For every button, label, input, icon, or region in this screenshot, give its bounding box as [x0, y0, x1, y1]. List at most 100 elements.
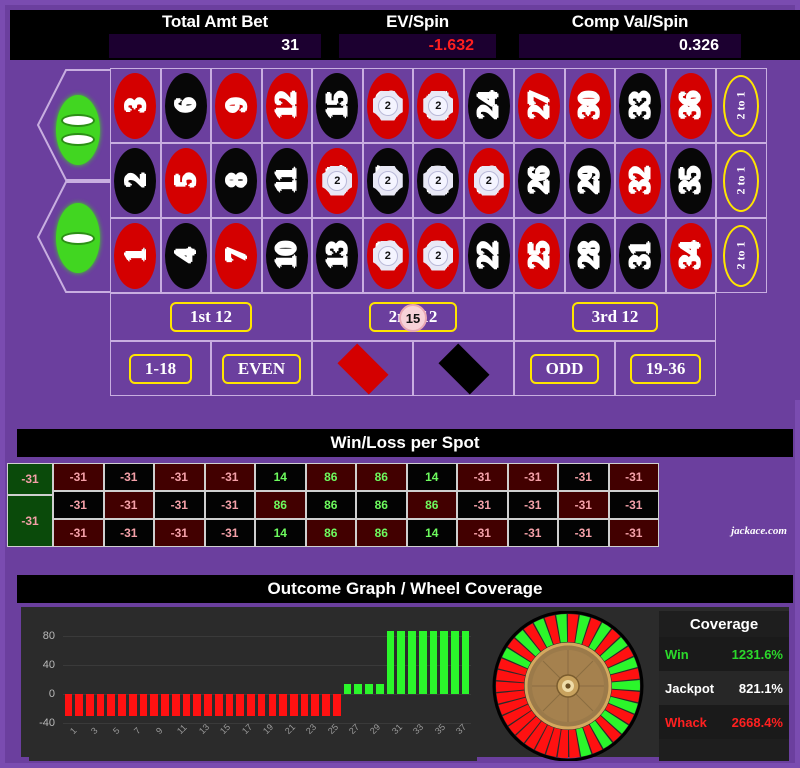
bet-cell-4[interactable]: 4: [160, 218, 211, 293]
bet-cell-5[interactable]: 5: [160, 143, 211, 218]
bet-cell-21[interactable]: 212: [413, 68, 464, 143]
bet-cell-18[interactable]: 182: [362, 68, 413, 143]
red-diamond-icon: [336, 342, 389, 395]
number-label: 29: [573, 167, 606, 194]
bet-cell-24[interactable]: 24: [463, 68, 514, 143]
bet-cell-32[interactable]: 32: [615, 143, 666, 218]
winloss-value: -31: [625, 498, 643, 512]
outcome-bar-chart: -40 0 40 80 1 3 5 7 9 11 13 15 17 19 21 23 25 27 29 31 33 35 3…: [29, 611, 477, 761]
win-loss-title: Win/Loss per Spot: [17, 429, 793, 457]
bet-cell-20[interactable]: 202: [413, 143, 464, 218]
winloss-value: 86: [273, 498, 287, 512]
bet-chip[interactable]: 2: [322, 165, 353, 196]
bet-cell-29[interactable]: 29: [564, 143, 615, 218]
bar: [354, 683, 363, 694]
bar: [332, 693, 341, 717]
bet-cell-31[interactable]: 31: [615, 218, 666, 293]
bet-chip[interactable]: 2: [372, 165, 403, 196]
outside-bets-area: 1st 12 2nd 1215 3rd 12 1-18 EVEN ODD 19-36: [110, 293, 730, 398]
outside-bet-19-36[interactable]: 19-36: [615, 341, 716, 396]
bet-cell-30[interactable]: 30: [564, 68, 615, 143]
winloss-value: -31: [69, 498, 87, 512]
bet-cell-33[interactable]: 33: [615, 68, 666, 143]
number-label: 28: [573, 242, 606, 269]
chip-value: 2: [377, 245, 398, 266]
chip-value: 2: [428, 245, 449, 266]
bet-cell-15[interactable]: 15: [312, 68, 363, 143]
outside-bet-label: 1-18: [128, 353, 193, 384]
bet-cell-2[interactable]: 2: [110, 143, 161, 218]
winloss-value: 14: [425, 470, 439, 484]
bet-cell-34[interactable]: 34: [665, 218, 716, 293]
winloss-value: -31: [221, 498, 239, 512]
outside-bet-odd[interactable]: ODD: [514, 341, 615, 396]
stat-label: Comp Val/Spin: [571, 12, 689, 31]
bet-cell-25[interactable]: 25: [514, 218, 565, 293]
x-axis-tick: 5: [110, 725, 122, 737]
winloss-cell: 14: [406, 519, 457, 547]
bet-chip[interactable]: 2: [423, 165, 454, 196]
column-bet-2to1-2[interactable]: 2 to 1: [716, 143, 767, 218]
bet-cell-22[interactable]: 22: [463, 218, 514, 293]
bet-cell-36[interactable]: 36: [665, 68, 716, 143]
outside-bet-1-18[interactable]: 1-18: [110, 341, 211, 396]
winloss-cell: 86: [356, 491, 407, 519]
bet-cell-9[interactable]: 9: [211, 68, 262, 143]
dozen-bet-chip[interactable]: 15: [399, 304, 427, 332]
bet-cell-27[interactable]: 27: [514, 68, 565, 143]
column-bet-label: 2 to 1: [733, 166, 748, 195]
column-bet-2to1-1[interactable]: 2 to 1: [716, 68, 767, 143]
bet-cell-10[interactable]: 10: [261, 218, 312, 293]
bet-cell-17[interactable]: 172: [362, 143, 413, 218]
bet-cell-14[interactable]: 142: [312, 143, 363, 218]
dozen-label: 3rd 12: [571, 302, 659, 332]
bet-cell-13[interactable]: 13: [312, 218, 363, 293]
dozen-bet-1[interactable]: 1st 12: [110, 293, 312, 341]
winloss-cell: -31: [103, 519, 154, 547]
bar: [386, 631, 395, 694]
winloss-cell: -31: [507, 491, 558, 519]
bet-cell-7[interactable]: 7: [211, 218, 262, 293]
winloss-value: -31: [574, 470, 592, 484]
winloss-value: -31: [473, 498, 491, 512]
dozen-bet-2[interactable]: 2nd 1215: [312, 293, 514, 341]
coverage-percent: 31.6%: [746, 646, 783, 662]
winloss-value: 86: [374, 498, 388, 512]
outside-bet-red[interactable]: [312, 341, 413, 396]
bar: [247, 693, 255, 717]
bet-cell-28[interactable]: 28: [564, 218, 615, 293]
bet-cell-26[interactable]: 26: [514, 143, 565, 218]
bet-chip[interactable]: 2: [372, 240, 403, 271]
bet-cell-35[interactable]: 35: [665, 143, 716, 218]
number-oval: 25: [518, 222, 561, 289]
bet-cell-16[interactable]: 162: [362, 218, 413, 293]
bet-chip[interactable]: 2: [473, 165, 504, 196]
bet-cell-6[interactable]: 6: [160, 68, 211, 143]
winloss-value: -31: [625, 526, 643, 540]
bet-cell-23[interactable]: 232: [463, 143, 514, 218]
coverage-label: Whack: [665, 714, 707, 730]
bet-cell-19[interactable]: 192: [413, 218, 464, 293]
winloss-cell: 14: [255, 519, 306, 547]
coverage-percent: 21.1%: [746, 680, 783, 696]
coverage-row-whack: Whack 26 68.4%: [659, 705, 789, 739]
bet-chip[interactable]: 2: [372, 90, 403, 121]
outside-bet-black[interactable]: [413, 341, 514, 396]
column-bet-2to1-3[interactable]: 2 to 1: [716, 218, 767, 293]
outside-bet-even[interactable]: EVEN: [211, 341, 312, 396]
dozen-label: 1st 12: [169, 302, 253, 332]
bet-cell-1[interactable]: 1: [110, 218, 161, 293]
number-oval: 36: [669, 72, 712, 139]
zero-pocket-00[interactable]: [36, 78, 108, 182]
bet-cell-12[interactable]: 12: [261, 68, 312, 143]
zero-pocket-0[interactable]: [36, 186, 108, 290]
dozen-bet-3[interactable]: 3rd 12: [514, 293, 716, 341]
bet-cell-8[interactable]: 8: [211, 143, 262, 218]
bet-chip[interactable]: 2: [423, 240, 454, 271]
bet-cell-3[interactable]: 3: [110, 68, 161, 143]
bet-cell-11[interactable]: 11: [261, 143, 312, 218]
winloss-cell: -31: [558, 491, 609, 519]
winloss-value: 86: [374, 526, 388, 540]
bet-chip[interactable]: 2: [423, 90, 454, 121]
x-axis-tick: 15: [218, 721, 233, 737]
